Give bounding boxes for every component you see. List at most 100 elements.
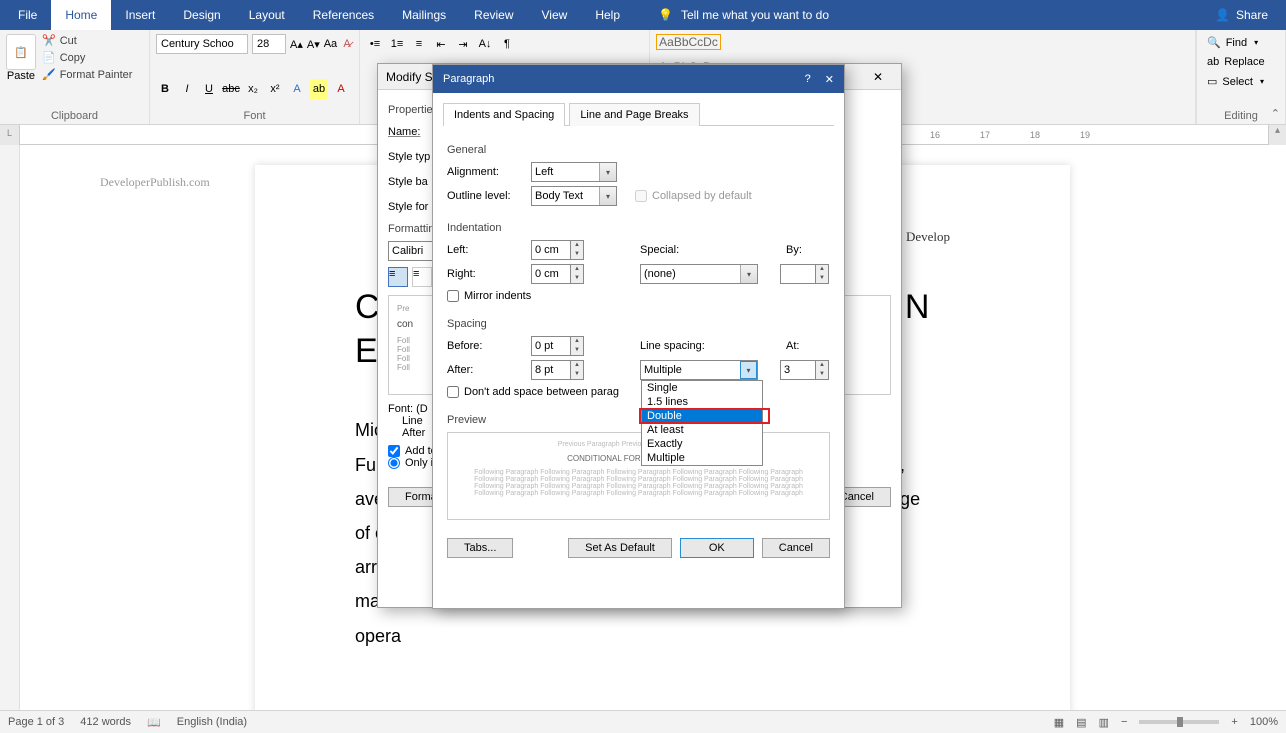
grow-font-button[interactable]: A▴	[290, 34, 303, 54]
bullets-button[interactable]: •≡	[366, 34, 384, 54]
tab-file[interactable]: File	[4, 0, 51, 30]
alignment-combo[interactable]: Left▾	[531, 162, 617, 182]
font-color-button[interactable]: A	[332, 79, 350, 99]
spin-up-icon[interactable]: ▲	[571, 337, 583, 346]
increase-indent-button[interactable]: ⇥	[454, 34, 472, 54]
cancel-button[interactable]: Cancel	[762, 538, 830, 558]
status-language[interactable]: English (India)	[177, 716, 247, 728]
add-to-gallery-checkbox[interactable]	[388, 445, 400, 457]
multilevel-button[interactable]: ≡	[410, 34, 428, 54]
spin-up-icon[interactable]: ▲	[816, 361, 828, 370]
shrink-font-button[interactable]: A▾	[307, 34, 320, 54]
font-name-combo[interactable]	[156, 34, 248, 54]
highlight-button[interactable]: ab	[310, 79, 328, 99]
dont-add-space-checkbox[interactable]	[447, 386, 459, 398]
spin-down-icon[interactable]: ▼	[816, 370, 828, 379]
spin-up-icon[interactable]: ▲	[571, 361, 583, 370]
share-button[interactable]: 👤 Share	[1205, 0, 1278, 30]
help-icon[interactable]: ?	[805, 73, 811, 86]
tab-home[interactable]: Home	[51, 0, 111, 30]
paste-button[interactable]: 📋 Paste	[6, 34, 36, 82]
underline-button[interactable]: U	[200, 79, 218, 99]
line-spacing-option-exactly[interactable]: Exactly	[642, 437, 762, 451]
web-layout-button[interactable]: ▥	[1099, 716, 1109, 729]
at-spinbox[interactable]: ▲▼	[780, 360, 829, 380]
select-button[interactable]: ▭Select▾	[1203, 73, 1279, 90]
close-button[interactable]: ✕	[863, 70, 893, 84]
find-button[interactable]: 🔍Find▾	[1203, 34, 1279, 51]
only-in-doc-radio[interactable]	[388, 457, 400, 469]
spellcheck-icon[interactable]: 📖	[147, 716, 161, 729]
sort-button[interactable]: A↓	[476, 34, 494, 54]
by-spinbox[interactable]: ▲▼	[780, 264, 829, 284]
bold-button[interactable]: B	[156, 79, 174, 99]
spacing-after-input[interactable]	[531, 360, 571, 380]
tab-references[interactable]: References	[299, 0, 388, 30]
replace-button[interactable]: abReplace	[1203, 54, 1279, 70]
tab-review[interactable]: Review	[460, 0, 527, 30]
spin-up-icon[interactable]: ▲	[816, 265, 828, 274]
spacing-before-spinbox[interactable]: ▲▼	[531, 336, 584, 356]
outline-combo[interactable]: Body Text▾	[531, 186, 617, 206]
change-case-button[interactable]: Aa	[324, 34, 337, 54]
font-size-combo[interactable]	[252, 34, 286, 54]
spin-down-icon[interactable]: ▼	[571, 370, 583, 379]
zoom-in-button[interactable]: +	[1231, 716, 1237, 728]
superscript-button[interactable]: x²	[266, 79, 284, 99]
spacing-before-input[interactable]	[531, 336, 571, 356]
style-normal[interactable]: AaBbCcDc	[656, 34, 721, 50]
line-spacing-combo[interactable]: Multiple ▾ Single 1.5 lines Double At le…	[640, 360, 758, 380]
spin-down-icon[interactable]: ▼	[571, 274, 583, 283]
zoom-out-button[interactable]: −	[1121, 716, 1127, 728]
cut-button[interactable]: ✂️Cut	[42, 34, 132, 47]
clear-format-button[interactable]: A̷	[341, 34, 353, 54]
indent-left-spinbox[interactable]: ▲▼	[531, 240, 584, 260]
copy-button[interactable]: 📄Copy	[42, 51, 132, 64]
print-layout-button[interactable]: ▤	[1076, 716, 1086, 729]
show-marks-button[interactable]: ¶	[498, 34, 516, 54]
paragraph-dialog-title-bar[interactable]: Paragraph ? ✕	[433, 65, 844, 93]
close-icon[interactable]: ✕	[825, 73, 834, 86]
line-spacing-option-1-5[interactable]: 1.5 lines	[642, 395, 762, 409]
tab-layout[interactable]: Layout	[235, 0, 299, 30]
by-input[interactable]	[780, 264, 816, 284]
at-input[interactable]	[780, 360, 816, 380]
vertical-ruler[interactable]	[0, 145, 20, 710]
set-as-default-button[interactable]: Set As Default	[568, 538, 672, 558]
tab-insert[interactable]: Insert	[111, 0, 169, 30]
text-effects-button[interactable]: A	[288, 79, 306, 99]
spin-down-icon[interactable]: ▼	[571, 346, 583, 355]
special-combo[interactable]: (none)▾	[640, 264, 758, 284]
spin-down-icon[interactable]: ▼	[571, 250, 583, 259]
spin-up-icon[interactable]: ▲	[571, 241, 583, 250]
zoom-level[interactable]: 100%	[1250, 716, 1278, 728]
line-spacing-option-at-least[interactable]: At least	[642, 423, 762, 437]
indent-right-spinbox[interactable]: ▲▼	[531, 264, 584, 284]
spin-down-icon[interactable]: ▼	[816, 274, 828, 283]
tab-mailings[interactable]: Mailings	[388, 0, 460, 30]
read-mode-button[interactable]: ▦	[1054, 716, 1064, 729]
tab-line-page-breaks[interactable]: Line and Page Breaks	[569, 103, 699, 126]
numbering-button[interactable]: 1≡	[388, 34, 406, 54]
line-spacing-option-multiple[interactable]: Multiple	[642, 451, 762, 465]
ok-button[interactable]: OK	[680, 538, 754, 558]
tab-help[interactable]: Help	[581, 0, 634, 30]
indent-right-input[interactable]	[531, 264, 571, 284]
spin-up-icon[interactable]: ▲	[571, 265, 583, 274]
format-painter-button[interactable]: 🖌️Format Painter	[42, 68, 132, 81]
line-spacing-option-double[interactable]: Double	[642, 409, 762, 423]
strike-button[interactable]: abc	[222, 79, 240, 99]
collapse-ribbon-button[interactable]: ⌃	[1271, 107, 1280, 120]
line-spacing-option-single[interactable]: Single	[642, 381, 762, 395]
spacing-after-spinbox[interactable]: ▲▼	[531, 360, 584, 380]
tab-design[interactable]: Design	[169, 0, 234, 30]
zoom-slider-thumb[interactable]	[1177, 717, 1183, 727]
status-page[interactable]: Page 1 of 3	[8, 716, 64, 728]
decrease-indent-button[interactable]: ⇤	[432, 34, 450, 54]
tabs-button[interactable]: Tabs...	[447, 538, 513, 558]
tab-indents-spacing[interactable]: Indents and Spacing	[443, 103, 565, 126]
mirror-indents-checkbox[interactable]	[447, 290, 459, 302]
align-center-button[interactable]: ≡	[412, 267, 432, 287]
italic-button[interactable]: I	[178, 79, 196, 99]
zoom-slider[interactable]	[1139, 720, 1219, 724]
